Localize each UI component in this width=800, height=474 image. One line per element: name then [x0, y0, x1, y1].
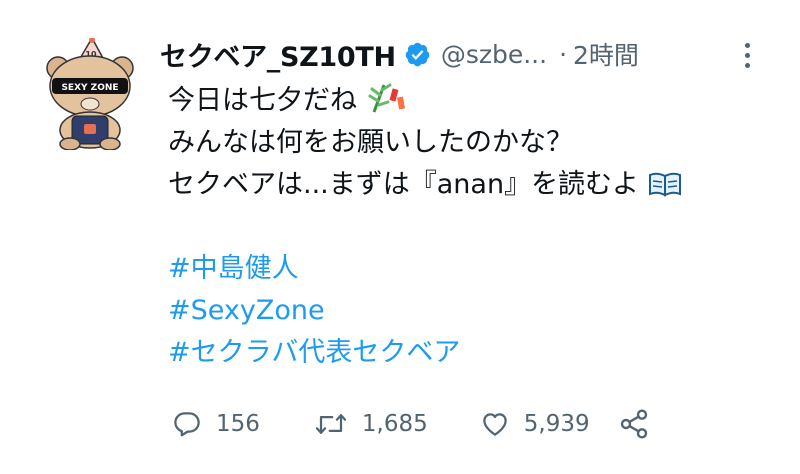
- reply-button[interactable]: 156: [172, 409, 260, 439]
- user-handle[interactable]: @szbe...: [441, 40, 547, 69]
- tweet-text: 今日は七夕だね みんなは何をお願いしたのかな？ セクベアは...まずは『anan…: [168, 80, 770, 374]
- avatar[interactable]: 10 SEXY ZONE: [40, 38, 140, 150]
- action-bar: 156 1,685 5,939: [172, 400, 650, 448]
- tweet-line: みんなは何をお願いしたのかな？: [168, 127, 573, 158]
- retweet-icon: [315, 414, 347, 434]
- open-book-icon: [648, 172, 681, 197]
- tweet-header: セクベア_SZ10TH @szbe... · 2時間: [160, 34, 760, 74]
- hashtag-link[interactable]: #中島健人: [168, 248, 770, 290]
- retweet-button[interactable]: 1,685: [314, 409, 428, 439]
- tweet-line: 今日は七夕だね: [168, 80, 770, 122]
- hashtag-link[interactable]: #セクラバ代表セクベア: [168, 332, 770, 374]
- tweet-line: セクベアは...まずは『anan』を読むよ: [168, 164, 770, 206]
- retweet-count: 1,685: [361, 411, 428, 437]
- like-button[interactable]: 5,939: [480, 409, 590, 439]
- more-options-icon[interactable]: [734, 40, 760, 70]
- svg-text:SEXY ZONE: SEXY ZONE: [61, 83, 118, 93]
- separator-dot: ·: [559, 39, 568, 69]
- display-name[interactable]: セクベア_SZ10TH: [160, 35, 396, 74]
- tanabata-tree-icon: [368, 83, 405, 113]
- reply-count: 156: [216, 411, 260, 437]
- like-count: 5,939: [523, 411, 590, 437]
- heart-icon: [483, 413, 507, 436]
- timestamp[interactable]: 2時間: [573, 36, 639, 72]
- reply-icon: [174, 412, 200, 437]
- share-icon: [620, 409, 647, 439]
- verified-badge-icon: [405, 42, 430, 66]
- share-button[interactable]: [618, 408, 650, 440]
- hashtag-link[interactable]: #SexyZone: [168, 290, 770, 332]
